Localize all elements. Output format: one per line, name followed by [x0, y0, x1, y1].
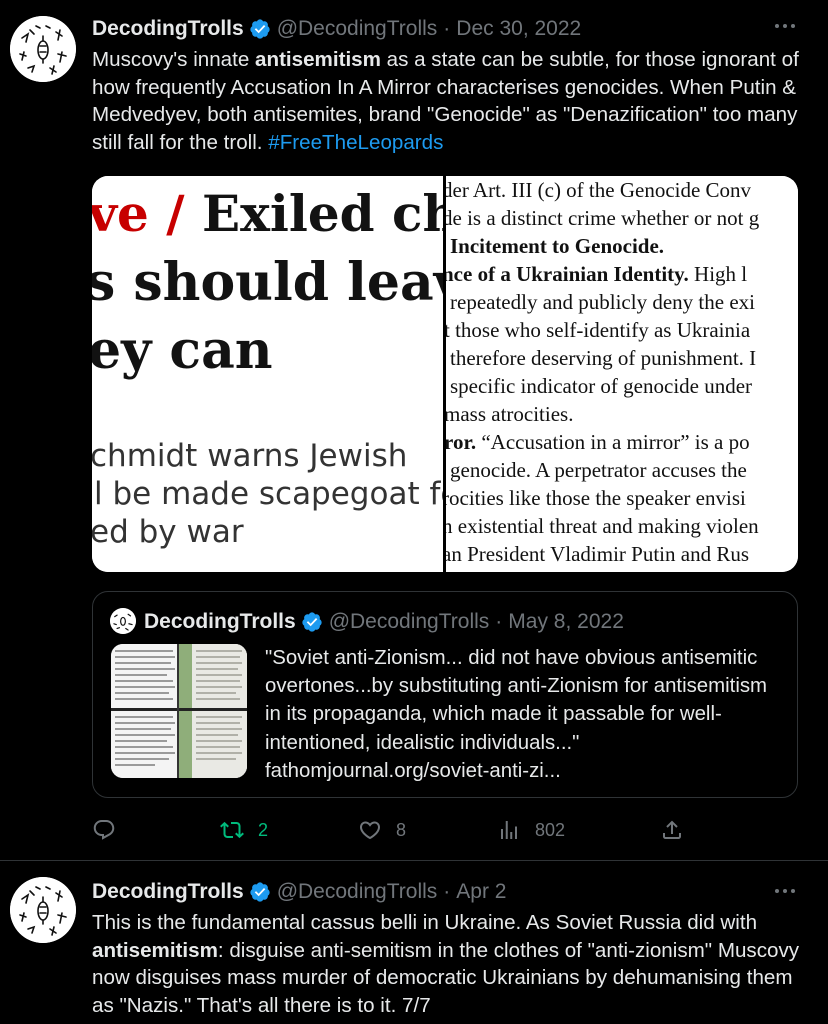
views-button[interactable]: 802 [497, 815, 565, 845]
share-icon [663, 820, 681, 839]
doc-line: rocities like those the speaker envisi [446, 486, 746, 510]
doc-line: nce of a Ukrainian Identity. High l [446, 262, 747, 287]
tweet-2[interactable]: DecodingTrolls @DecodingTrolls · Apr 2 T… [0, 861, 828, 1024]
hashtag-link[interactable]: #FreeTheLeopards [268, 131, 443, 154]
separator: · [495, 610, 503, 633]
doc-line-bold: Incitement to Genocide. [450, 234, 664, 259]
timestamp[interactable]: Dec 30, 2022 [456, 17, 581, 41]
quote-text: "Soviet anti-Zionism... did not have obv… [265, 647, 768, 782]
doc-line: der Art. III (c) of the Genocide Conv [446, 178, 752, 202]
doc-line: n existential threat and making violen [446, 514, 759, 538]
verified-badge-icon [302, 612, 322, 632]
more-icon[interactable] [772, 881, 798, 901]
tweet-text-bold: antisemitism [255, 48, 381, 71]
doc-line: t those who self-identify as Ukrainia [446, 318, 751, 342]
tweet-header: DecodingTrolls @DecodingTrolls · Dec 30,… [92, 14, 581, 44]
headline-line-3: ey can [92, 320, 273, 381]
tweet-text: Muscovy's innate antisemitism as a state… [92, 46, 807, 156]
doc-line: mass atrocities. [446, 402, 574, 426]
verified-badge-icon [250, 19, 270, 39]
retweet-icon [220, 821, 244, 839]
quote-handle[interactable]: @DecodingTrolls [329, 610, 490, 634]
tweet-1[interactable]: DecodingTrolls @DecodingTrolls · Dec 30,… [0, 0, 828, 860]
media-image-right[interactable]: der Art. III (c) of the Genocide Conv de… [446, 176, 798, 572]
avatar[interactable] [10, 16, 76, 82]
tweet-media[interactable]: ve / Exiled chie s should leave ey can c… [92, 176, 798, 572]
separator: · [443, 17, 451, 40]
doc-line: therefore deserving of punishment. I [450, 346, 757, 370]
quote-avatar[interactable] [110, 608, 136, 634]
like-count: 8 [396, 819, 407, 840]
handle[interactable]: @DecodingTrolls [277, 17, 438, 41]
tweet-header: DecodingTrolls @DecodingTrolls · Apr 2 [92, 877, 507, 907]
quote-thumbnail[interactable] [111, 644, 247, 778]
doc-line: specific indicator of genocide under [450, 374, 753, 398]
doc-line: de is a distinct crime whether or not g [446, 206, 760, 230]
tweet-text-part: This is the fundamental cassus belli in … [92, 911, 758, 934]
tweet-actions: 2 8 802 [92, 815, 792, 845]
doc-text: High l [688, 262, 748, 286]
retweet-count: 2 [258, 819, 269, 840]
quote-display-name[interactable]: DecodingTrolls [144, 610, 296, 634]
avatar-image [10, 16, 76, 82]
tweet-text-bold: antisemitism [92, 938, 218, 962]
quote-timestamp[interactable]: May 8, 2022 [508, 610, 624, 634]
views-icon [501, 821, 517, 839]
tweet-text-part: Muscovy's innate [92, 48, 256, 71]
doc-line: repeatedly and publicly deny the exi [450, 290, 755, 314]
reply-icon [93, 820, 115, 840]
doc-bold-text: Incitement to Genocide. [450, 234, 665, 258]
separator: · [443, 880, 451, 903]
avatar-image [10, 877, 76, 943]
avatar-image [110, 608, 136, 634]
headline-text: Exiled chie [201, 184, 443, 243]
more-icon[interactable] [772, 16, 798, 36]
doc-line: genocide. A perpetrator accuses the [450, 458, 747, 482]
subheadline-line-3: ed by war [92, 514, 244, 550]
handle[interactable]: @DecodingTrolls [277, 880, 438, 904]
headline-line-2: s should leave [92, 252, 443, 313]
subheadline-line-2: l be made scapegoat fo [94, 476, 443, 512]
reply-button[interactable] [92, 815, 130, 845]
quote-header: DecodingTrolls @DecodingTrolls · May 8, … [144, 607, 624, 637]
verified-badge-icon [250, 882, 270, 902]
thumbnail-image [111, 644, 247, 778]
quote-tweet[interactable]: DecodingTrolls @DecodingTrolls · May 8, … [92, 591, 798, 798]
headline-red-text: ve / [92, 184, 185, 243]
views-count: 802 [535, 819, 566, 840]
display-name[interactable]: DecodingTrolls [92, 880, 244, 904]
timestamp[interactable]: Apr 2 [456, 880, 506, 904]
doc-text: “Accusation in a mirror” is a po [476, 430, 750, 454]
avatar[interactable] [10, 877, 76, 943]
headline-line-1: ve / Exiled chie [92, 184, 443, 243]
subheadline-line-1: chmidt warns Jewish [92, 438, 408, 474]
display-name[interactable]: DecodingTrolls [92, 17, 244, 41]
like-icon [359, 821, 381, 840]
share-button[interactable] [660, 815, 684, 845]
doc-line: ror. “Accusation in a mirror” is a po [446, 430, 750, 455]
retweet-button[interactable]: 2 [220, 815, 268, 845]
doc-bold-text: ror. [446, 430, 477, 454]
tweet-text: This is the fundamental cassus belli in … [92, 909, 807, 1019]
like-button[interactable]: 8 [358, 815, 406, 845]
doc-bold-text: nce of a Ukrainian Identity. [446, 262, 689, 286]
doc-line: an President Vladimir Putin and Rus [446, 542, 750, 566]
media-image-left[interactable]: ve / Exiled chie s should leave ey can c… [92, 176, 443, 572]
